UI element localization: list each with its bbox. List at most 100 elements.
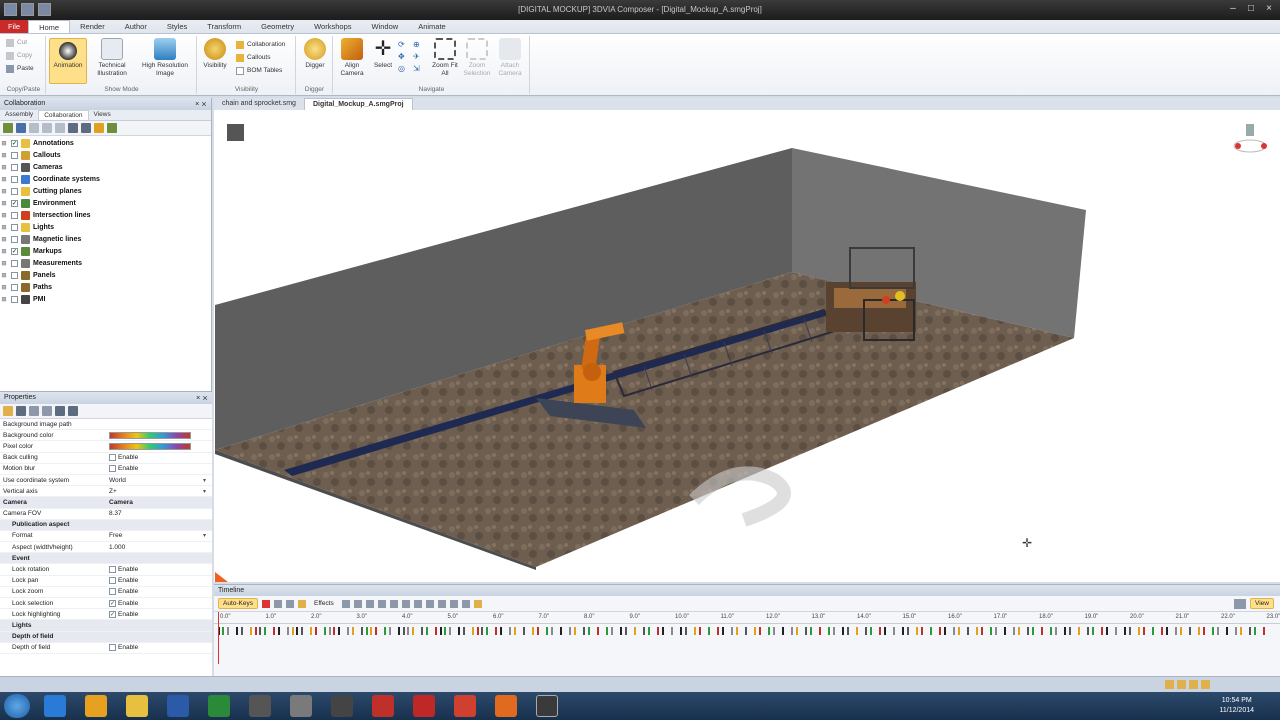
timeline-keys[interactable]	[214, 612, 1280, 664]
keyframe-mark[interactable]	[523, 627, 525, 635]
keyframe-mark[interactable]	[1013, 627, 1015, 635]
keyframe-mark[interactable]	[902, 627, 904, 635]
keyframe-mark[interactable]	[477, 627, 479, 635]
outlook-icon[interactable]	[85, 695, 107, 717]
subtab-assembly[interactable]: Assembly	[0, 110, 38, 120]
visibility-button[interactable]: Visibility	[200, 38, 230, 70]
keyframe-mark[interactable]	[421, 627, 423, 635]
property-row[interactable]: Lock zoom Enable	[0, 587, 212, 598]
property-value[interactable]: Free ▾	[106, 532, 212, 539]
keyframe-mark[interactable]	[611, 627, 613, 635]
keyframe-mark[interactable]	[435, 627, 437, 635]
keyframe-mark[interactable]	[1087, 627, 1089, 635]
keyframe-mark[interactable]	[819, 627, 821, 635]
keyframe-mark[interactable]	[805, 627, 807, 635]
cut-button[interactable]: Cut	[2, 36, 45, 49]
keyframe-mark[interactable]	[717, 627, 719, 635]
keyframe-mark[interactable]	[440, 627, 442, 635]
next-frame-icon[interactable]	[425, 599, 434, 608]
collaboration-toggle[interactable]: Collaboration	[232, 38, 285, 51]
keyframe-mark[interactable]	[389, 627, 391, 635]
property-row[interactable]: Background color	[0, 430, 212, 442]
clock[interactable]: 10:54 PM 11/12/2014	[1219, 696, 1254, 716]
keyframe-mark[interactable]	[250, 627, 252, 635]
filter-icon[interactable]	[29, 406, 39, 416]
next-key-icon[interactable]	[437, 599, 446, 608]
keyframe-mark[interactable]	[1226, 627, 1228, 635]
keyframe-mark[interactable]	[930, 627, 932, 635]
keyframe-mark[interactable]	[597, 627, 599, 635]
close-icon[interactable]: ×	[1262, 2, 1276, 16]
animation-button[interactable]: Animation	[49, 38, 87, 84]
show-icon[interactable]	[42, 123, 52, 133]
keyframe-mark[interactable]	[1004, 627, 1006, 635]
keyframe-mark[interactable]	[449, 627, 451, 635]
tree-item[interactable]: ⊞ Coordinate systems	[0, 173, 211, 185]
play-start-icon[interactable]	[377, 599, 386, 608]
property-value[interactable]: 1.000	[106, 544, 212, 551]
keyframe-mark[interactable]	[828, 627, 830, 635]
keyframe-mark[interactable]	[1069, 627, 1071, 635]
layer-icon[interactable]	[298, 599, 306, 608]
expand-icon[interactable]: ⊞	[0, 164, 8, 171]
property-value[interactable]	[106, 442, 212, 450]
keyframe-mark[interactable]	[722, 627, 724, 635]
expand-icon[interactable]: ⊞	[0, 200, 8, 207]
tree-item[interactable]: ⊞ Lights	[0, 221, 211, 233]
tree-checkbox[interactable]	[11, 235, 18, 243]
expand-icon[interactable]: ⊞	[0, 248, 8, 255]
filter-icon[interactable]	[16, 123, 26, 133]
tab-animate[interactable]: Animate	[408, 20, 456, 33]
keyframe-mark[interactable]	[865, 627, 867, 635]
keyframe-mark[interactable]	[1115, 627, 1117, 635]
timeline-ruler[interactable]: 0.0" 1.0" 2.0" 3.0" 4.0" 5.0" 6.0" 7.0" 8.0" 9.0"…	[214, 612, 1280, 624]
tree-item[interactable]: ⊞ Paths	[0, 281, 211, 293]
close-icon[interactable]: × ⨯	[196, 394, 208, 402]
keyframe-icon[interactable]	[286, 599, 294, 608]
chevron-down-icon[interactable]: ▾	[203, 477, 206, 484]
maximize-icon[interactable]: □	[1244, 2, 1258, 16]
alphabetical-icon[interactable]	[16, 406, 26, 416]
app-icon[interactable]	[413, 695, 435, 717]
tab-author[interactable]: Author	[115, 20, 157, 33]
keyframe-mark[interactable]	[671, 627, 673, 635]
expand-icon[interactable]: ⊞	[0, 284, 8, 291]
keyframe-mark[interactable]	[310, 627, 312, 635]
keyframe-mark[interactable]	[967, 627, 969, 635]
keyframe-mark[interactable]	[870, 627, 872, 635]
keyframe-mark[interactable]	[287, 627, 289, 635]
status-icon[interactable]	[1201, 680, 1210, 689]
zoom-selection-button[interactable]: Zoom Selection	[462, 38, 492, 78]
keyframe-mark[interactable]	[907, 627, 909, 635]
keyframe-mark[interactable]	[1143, 627, 1145, 635]
status-icon[interactable]	[1189, 680, 1198, 689]
add-icon[interactable]	[3, 123, 13, 133]
subtab-collaboration[interactable]: Collaboration	[38, 110, 89, 120]
digger-button[interactable]: Digger	[300, 38, 330, 70]
view-button[interactable]: View	[1250, 598, 1274, 609]
keyframe-mark[interactable]	[458, 627, 460, 635]
property-checkbox[interactable]	[109, 588, 116, 596]
keyframe-mark[interactable]	[1106, 627, 1108, 635]
keyframe-mark[interactable]	[412, 627, 414, 635]
keyframe-mark[interactable]	[264, 627, 266, 635]
property-row[interactable]: Background image path	[0, 419, 212, 431]
keyframe-mark[interactable]	[444, 627, 446, 635]
keyframe-mark[interactable]	[847, 627, 849, 635]
keyframe-mark[interactable]	[588, 627, 590, 635]
tree-item[interactable]: ⊞ PMI	[0, 293, 211, 305]
keyframe-mark[interactable]	[916, 627, 918, 635]
select-button[interactable]: ✛ Select	[370, 38, 396, 70]
app-icon[interactable]	[290, 695, 312, 717]
keyframe-mark[interactable]	[796, 627, 798, 635]
keyframe-mark[interactable]	[241, 627, 243, 635]
loop-icon[interactable]	[461, 599, 470, 608]
property-row[interactable]: Depth of field	[0, 631, 212, 643]
keyframe-mark[interactable]	[833, 627, 835, 635]
keyframe-mark[interactable]	[375, 627, 377, 635]
property-value[interactable]: Enable	[106, 644, 212, 652]
attach-camera-button[interactable]: Attach Camera	[494, 38, 526, 78]
keyframe-mark[interactable]	[537, 627, 539, 635]
expand-icon[interactable]: ⊞	[0, 176, 8, 183]
keyframe-mark[interactable]	[685, 627, 687, 635]
